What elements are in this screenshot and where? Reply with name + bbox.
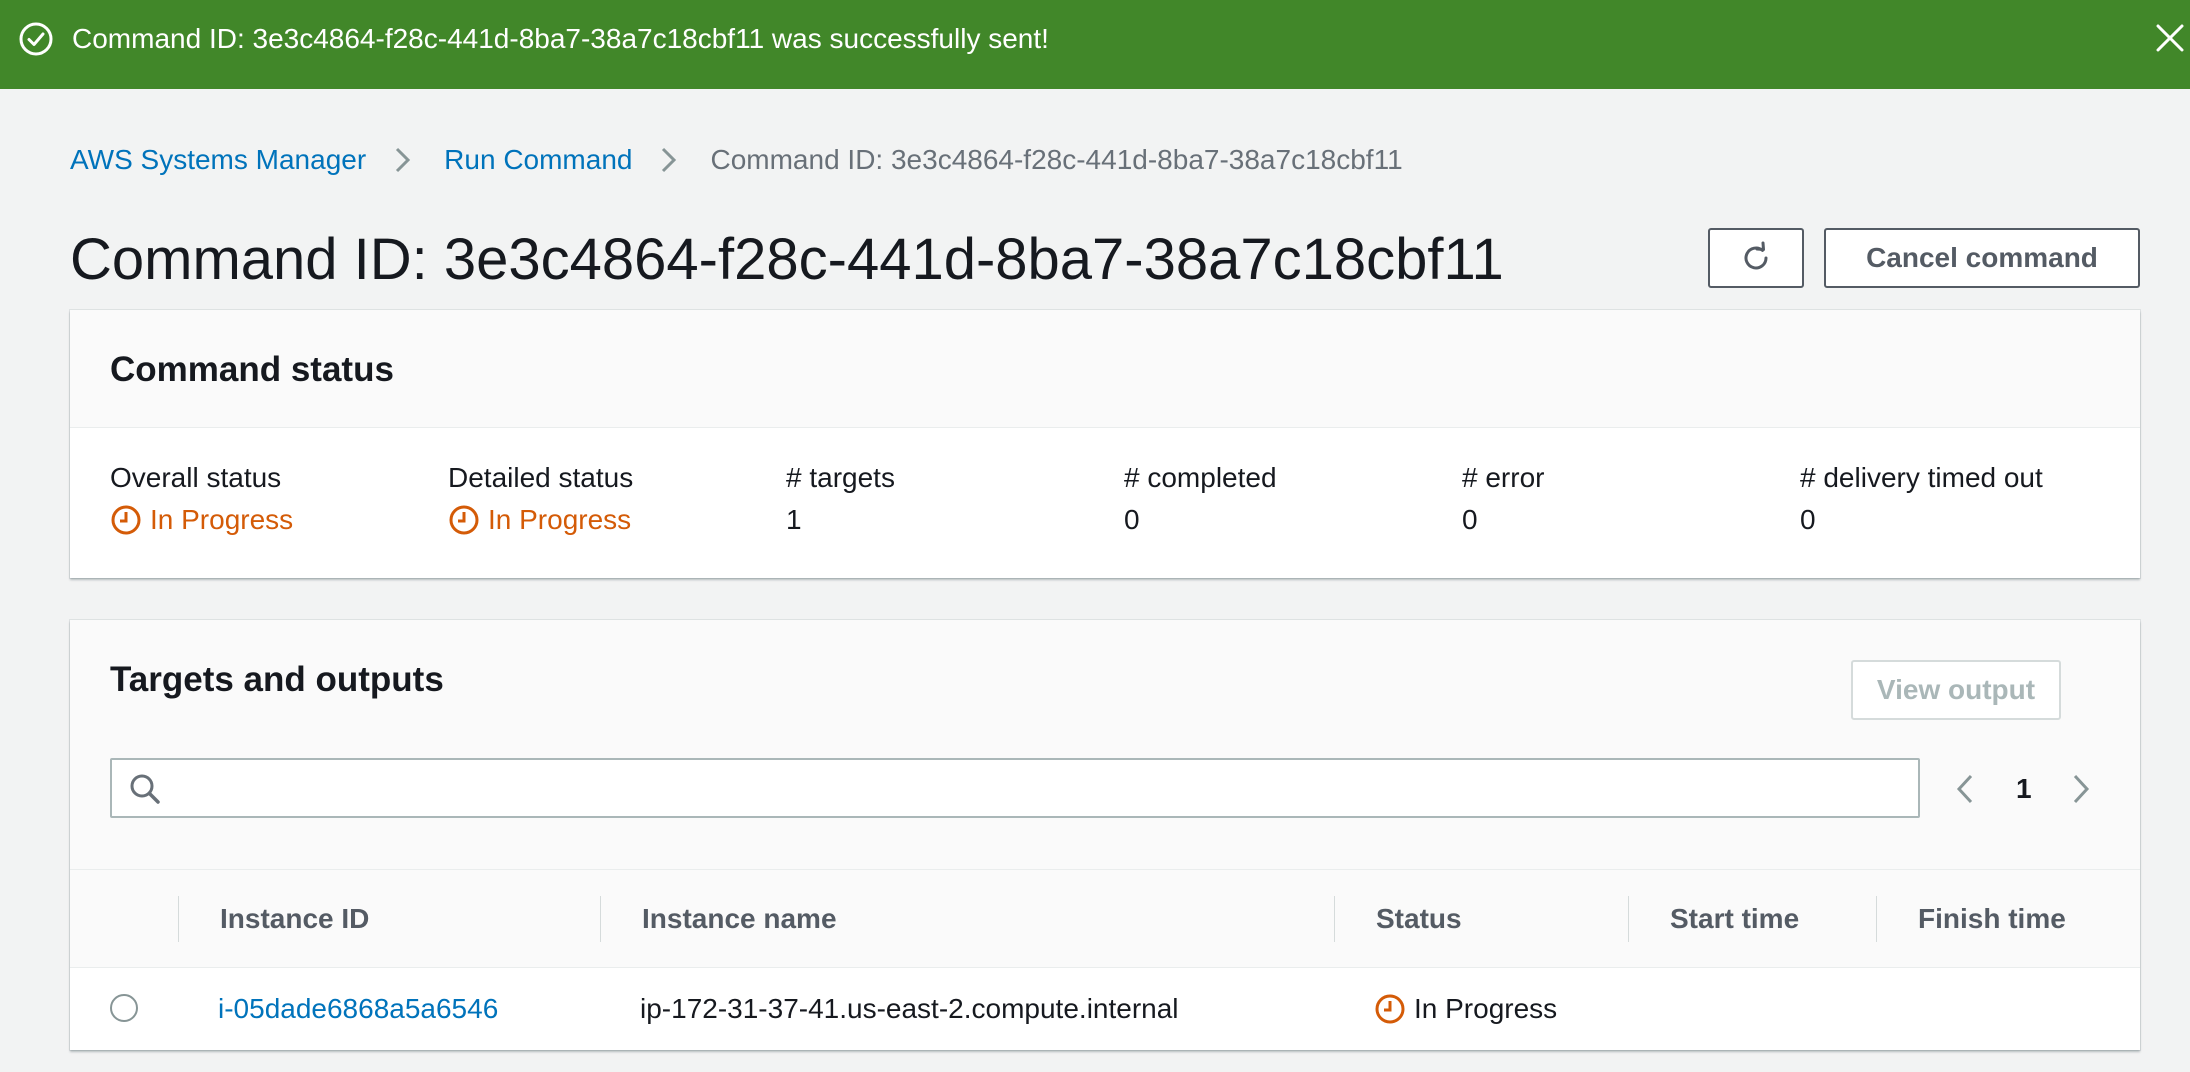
- column-divider: [600, 896, 601, 942]
- breadcrumb-run-command[interactable]: Run Command: [444, 144, 632, 176]
- row-select-radio[interactable]: [110, 994, 138, 1022]
- instance-id-link[interactable]: i-05dade6868a5a6546: [218, 968, 498, 1050]
- column-finish-time[interactable]: Finish time: [1918, 870, 2066, 968]
- detailed-status-value: In Progress: [448, 502, 633, 538]
- overall-status-label: Overall status: [110, 462, 282, 493]
- current-page-number[interactable]: 1: [2016, 773, 2032, 805]
- pagination: 1: [1950, 760, 2096, 818]
- error-count-label: # error: [1462, 462, 1545, 493]
- targets-outputs-title: Targets and outputs: [110, 660, 444, 699]
- row-status: In Progress: [1374, 968, 1557, 1050]
- chevron-right-icon: [662, 147, 677, 173]
- flash-message: Command ID: 3e3c4864-f28c-441d-8ba7-38a7…: [72, 23, 1049, 54]
- detailed-status-label: Detailed status: [448, 462, 634, 493]
- breadcrumb-current: Command ID: 3e3c4864-f28c-441d-8ba7-38a7…: [710, 144, 1403, 175]
- targets-outputs-panel: Targets and outputs View output 1 Instan…: [70, 620, 2140, 1050]
- overall-status-value: In Progress: [110, 502, 293, 538]
- command-status-panel: Command status Overall status In Progres…: [70, 310, 2140, 578]
- column-instance-name[interactable]: Instance name: [642, 870, 837, 968]
- column-start-time[interactable]: Start time: [1670, 870, 1799, 968]
- overall-status: Overall status In Progress: [110, 460, 293, 538]
- targets-outputs-header: [70, 620, 2140, 870]
- page-title: Command ID: 3e3c4864-f28c-441d-8ba7-38a7…: [70, 227, 1504, 292]
- column-divider: [178, 896, 179, 942]
- clock-icon: [111, 505, 141, 535]
- search-icon: [130, 774, 160, 804]
- cancel-command-button[interactable]: Cancel command: [1824, 228, 2140, 288]
- chevron-left-icon[interactable]: [1950, 771, 1980, 807]
- targets-count-value: 1: [786, 504, 802, 535]
- detailed-status: Detailed status In Progress: [448, 460, 633, 538]
- column-instance-id[interactable]: Instance ID: [220, 870, 369, 968]
- breadcrumb: AWS Systems Manager Run Command Command …: [70, 140, 1403, 180]
- chevron-right-icon: [396, 147, 411, 173]
- delivery-timed-out-value: 0: [1800, 504, 1816, 535]
- table-row[interactable]: i-05dade6868a5a6546 ip-172-31-37-41.us-e…: [70, 968, 2140, 1050]
- command-status-title: Command status: [110, 350, 394, 389]
- column-status[interactable]: Status: [1376, 870, 1462, 968]
- error-count: # error 0: [1462, 460, 1544, 538]
- row-status-text: In Progress: [1414, 993, 1558, 1024]
- column-divider: [1628, 896, 1629, 942]
- targets-count-label: # targets: [786, 462, 895, 493]
- success-flash-banner: Command ID: 3e3c4864-f28c-441d-8ba7-38a7…: [0, 0, 2190, 89]
- instance-name: ip-172-31-37-41.us-east-2.compute.intern…: [640, 993, 1179, 1024]
- view-output-button[interactable]: View output: [1851, 660, 2061, 720]
- detailed-status-text: In Progress: [488, 504, 632, 535]
- check-circle-icon: [19, 22, 53, 56]
- completed-count-value: 0: [1124, 504, 1140, 535]
- column-divider: [1334, 896, 1335, 942]
- delivery-timed-out-label: # delivery timed out: [1800, 462, 2043, 493]
- clock-icon: [1375, 994, 1405, 1024]
- refresh-button[interactable]: [1708, 228, 1804, 288]
- chevron-right-icon[interactable]: [2066, 771, 2096, 807]
- targets-count: # targets 1: [786, 460, 895, 538]
- completed-count-label: # completed: [1124, 462, 1277, 493]
- completed-count: # completed 0: [1124, 460, 1277, 538]
- delivery-timed-out-count: # delivery timed out 0: [1800, 460, 2043, 538]
- column-divider: [1876, 896, 1877, 942]
- search-box: [110, 758, 1920, 818]
- table-header: Instance ID Instance name Status Start t…: [70, 870, 2140, 968]
- search-input[interactable]: [174, 766, 1904, 810]
- clock-icon: [449, 505, 479, 535]
- close-icon[interactable]: [2152, 20, 2188, 56]
- overall-status-text: In Progress: [150, 504, 294, 535]
- error-count-value: 0: [1462, 504, 1478, 535]
- refresh-icon: [1744, 241, 1768, 270]
- breadcrumb-systems-manager[interactable]: AWS Systems Manager: [70, 144, 366, 176]
